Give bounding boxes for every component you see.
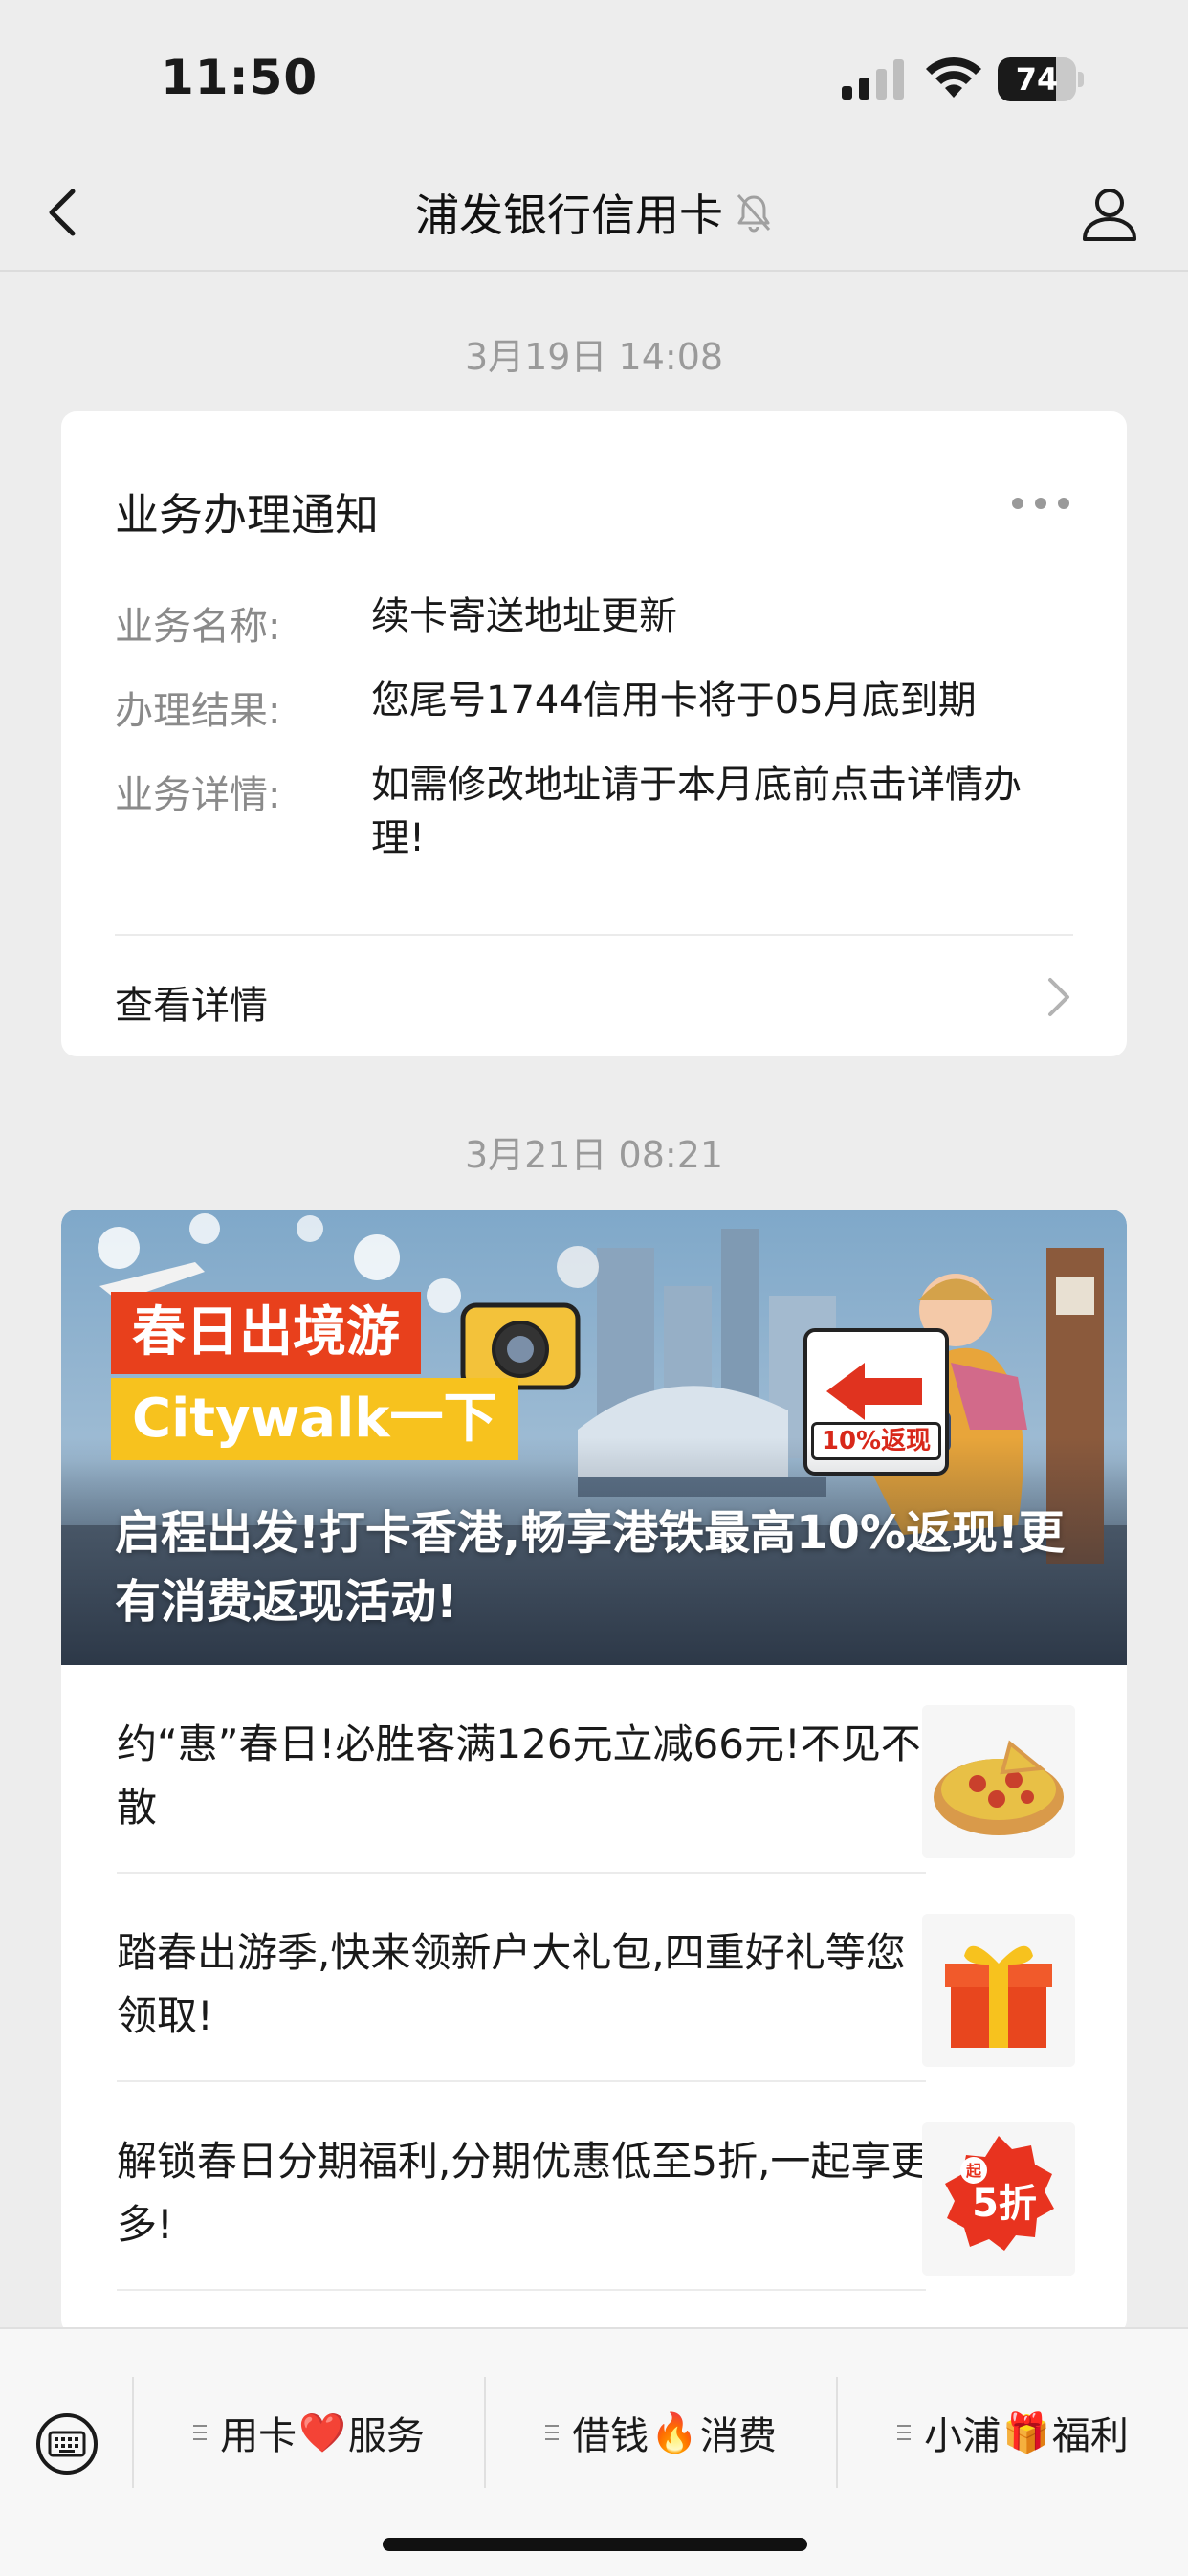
notice-title: 业务办理通知 [115,489,379,541]
profile-button[interactable] [1079,184,1140,245]
field-label-result: 办理结果: [115,689,281,733]
menu-item-label-left: 用卡 [220,2414,297,2458]
bell-muted-icon [737,194,771,233]
field-value-result: 您尾号1744信用卡将于05月底到期 [371,678,977,722]
gift-icon: 🎁 [1002,2410,1050,2455]
menu-item-label-right: 服务 [347,2414,425,2458]
menu-card-service[interactable]: 用卡 ❤️ 服务 [134,2377,484,2488]
notice-card[interactable]: 业务办理通知 业务名称: 续卡寄送地址更新 办理结果: 您尾号1744信用卡将于… [61,411,1127,1056]
badge-small-text: 起 [965,2162,982,2180]
chat-screen: 11:50 74 浦发银行信用卡 3月19日 14:08 业务办理通知 业务名称… [0,0,1188,2576]
field-label-business-name: 业务名称: [115,605,281,649]
message-timestamp: 3月21日 08:21 [464,1134,724,1176]
more-dot-icon [1058,498,1069,509]
heart-icon: ❤️ [298,2410,346,2455]
menu-lines-icon [897,2425,912,2440]
wifi-icon [926,56,981,98]
menu-item-label-right: 福利 [1051,2414,1129,2458]
article-item[interactable]: 解锁春日分期福利,分期优惠低至5折,一起享更多! 起 5折 [61,2082,1127,2291]
view-details-label: 查看详情 [115,984,268,1028]
view-details-link[interactable]: 查看详情 [61,936,1127,1056]
article-item[interactable]: 约“惠”春日!必胜客满126元立减66元!不见不散 [61,1665,1127,1874]
banner-caption: 启程出发!打卡香港,畅享港铁最高10%返现!更有消费返现活动! [115,1506,1065,1629]
keyboard-icon[interactable] [34,2411,99,2476]
article-banner[interactable]: 春日出境游 Citywalk一下 10%返现 启程出发!打卡香港,畅享港铁最高1… [61,1210,1127,1665]
page-title: 浦发银行信用卡 [415,189,723,241]
banner-tag-citywalk: Citywalk一下 [111,1378,518,1460]
fire-icon: 🔥 [650,2410,698,2455]
status-time: 11:50 [161,50,319,105]
article-title: 踏春出游季,快来领新户大礼包,四重好礼等您领取! [117,1929,906,2039]
menu-item-label-left: 借钱 [572,2414,649,2458]
article-item[interactable]: 踏春出游季,快来领新户大礼包,四重好礼等您领取! [61,1874,1127,2082]
banner-tag-spring-travel: 春日出境游 [111,1292,421,1374]
battery-icon: 74 [998,57,1084,101]
badge-discount-text: 5折 [972,2182,1037,2226]
home-indicator[interactable] [383,2538,807,2551]
article-title: 约“惠”春日!必胜客满126元立减66元!不见不散 [117,1721,921,1831]
discount-badge-icon: 起 5折 [922,2122,1075,2276]
field-label-details: 业务详情: [115,773,281,817]
field-value-business-name: 续卡寄送地址更新 [371,594,677,638]
menu-item-label-left: 小浦 [924,2414,1001,2458]
field-value-details: 如需修改地址请于本月底前点击详情办理! [371,763,1022,860]
more-dot-icon [1035,498,1046,509]
menu-lines-icon [545,2425,560,2440]
more-options-button[interactable] [1012,492,1069,515]
menu-lines-icon [193,2425,208,2440]
item-divider [117,2289,926,2291]
battery-level: 74 [1015,61,1059,98]
article-title: 解锁春日分期福利,分期优惠低至5折,一起享更多! [117,2138,932,2248]
gift-box-icon [922,1914,1075,2067]
status-bar: 11:50 74 [0,0,1188,153]
menu-item-label-right: 消费 [699,2414,777,2458]
more-dot-icon [1012,498,1023,509]
menu-borrow-spend[interactable]: 借钱 🔥 消费 [486,2377,836,2488]
message-timestamp: 3月19日 14:08 [464,336,724,378]
article-card: 春日出境游 Citywalk一下 10%返现 启程出发!打卡香港,畅享港铁最高1… [61,1210,1127,2335]
banner-cashback-chip: 10%返现 [811,1422,941,1460]
pizza-icon [922,1705,1075,1858]
menu-xiaopu-benefits[interactable]: 小浦 🎁 福利 [838,2377,1188,2488]
chevron-right-icon [1048,978,1069,1016]
nav-title-group: 浦发银行信用卡 [0,153,1188,272]
signal-icon [842,59,904,100]
nav-bar: 浦发银行信用卡 [0,153,1188,272]
